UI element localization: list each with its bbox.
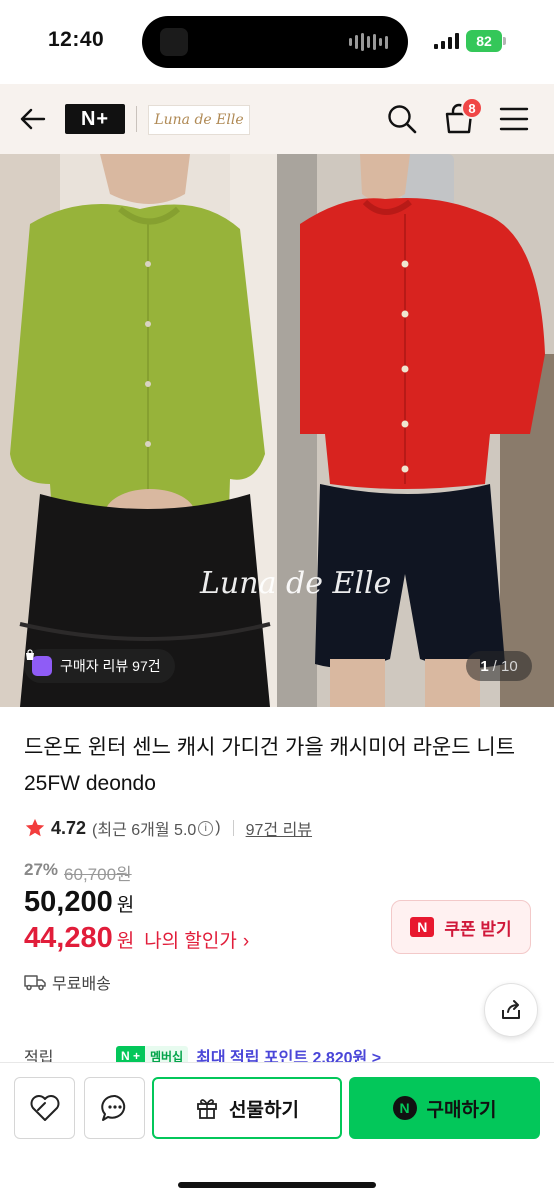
share-icon <box>502 1000 520 1019</box>
naver-n-icon: N <box>392 1096 417 1120</box>
cart-count-badge: 8 <box>461 97 483 119</box>
back-arrow-icon[interactable] <box>18 104 48 134</box>
gift-button-label: 선물하기 <box>229 1099 299 1121</box>
image-counter-total: / 10 <box>492 657 518 675</box>
product-photo <box>0 154 554 707</box>
discount-row: 27% 60,700원 <box>24 860 132 885</box>
buy-button[interactable]: N 구매하기 <box>349 1077 540 1139</box>
naver-plus-logo[interactable]: N+ <box>65 104 125 134</box>
app-header: N+ Luna de Elle <box>0 84 554 154</box>
chat-bubble-icon <box>100 1094 125 1121</box>
brand-logo[interactable]: Luna de Elle <box>148 105 250 135</box>
rating-detail-suffix: ) <box>215 819 221 836</box>
battery-tip <box>503 37 506 45</box>
sale-price: 50,200 <box>24 886 113 918</box>
review-count-link[interactable]: 97건 리뷰 <box>246 816 312 840</box>
price-row: 50,200 원 <box>24 886 134 919</box>
buyer-review-chip[interactable]: 구매자 리뷰 97건 <box>24 649 175 683</box>
truck-icon <box>24 975 46 991</box>
audio-wave-icon <box>349 32 388 52</box>
product-title: 드온도 윈터 센느 캐시 가디건 가을 캐시미어 라운드 니트 25FW deo… <box>24 736 516 795</box>
status-bar: 12:40 82 <box>0 0 554 84</box>
share-button[interactable] <box>484 983 538 1037</box>
search-icon[interactable] <box>386 103 418 135</box>
brand-watermark: Luna de Elle <box>200 566 392 601</box>
rating-row: 4.72 (최근 6개월 5.0 i ) 97건 리뷰 <box>24 816 312 840</box>
heart-icon <box>30 1095 59 1121</box>
discount-percent: 27% <box>24 860 59 879</box>
wishlist-button[interactable] <box>14 1077 75 1139</box>
review-icon <box>26 649 52 676</box>
camera-icon <box>160 28 188 56</box>
image-counter-current: 1 <box>480 657 489 675</box>
cellular-signal-icon <box>434 33 459 49</box>
rating-separator <box>232 820 234 836</box>
battery-icon: 82 <box>466 30 502 52</box>
status-time: 12:40 <box>48 28 105 51</box>
buy-button-label: 구매하기 <box>426 1099 497 1121</box>
image-counter: 1 / 10 <box>466 651 532 681</box>
bottom-action-bar: 선물하기 N 구매하기 <box>0 1062 554 1200</box>
battery-level: 82 <box>476 33 492 49</box>
coupon-button-label: 쿠폰 받기 <box>444 919 512 939</box>
get-coupon-button[interactable]: N 쿠폰 받기 <box>391 900 531 954</box>
home-indicator[interactable] <box>178 1182 376 1188</box>
my-discount-price-unit: 원 <box>116 931 135 952</box>
naver-coupon-icon: N <box>410 917 435 937</box>
product-image-gallery[interactable]: Luna de Elle 구매자 리뷰 97건 1 / 10 <box>0 154 554 707</box>
sale-price-unit: 원 <box>116 895 135 916</box>
my-discount-price-row[interactable]: 44,280 원 나의 할인가 › <box>24 922 249 955</box>
original-price: 60,700원 <box>64 865 132 884</box>
free-shipping-label: 무료배송 <box>52 976 111 993</box>
talk-talk-button[interactable] <box>84 1077 145 1139</box>
info-icon[interactable]: i <box>198 820 214 836</box>
review-chip-label: 구매자 리뷰 97건 <box>60 658 161 674</box>
chevron-right-icon: › <box>242 931 250 952</box>
rating-score: 4.72 <box>51 817 87 838</box>
star-icon <box>25 818 45 837</box>
my-discount-price: 44,280 <box>24 922 113 954</box>
shipping-row: 무료배송 <box>24 970 111 994</box>
hamburger-menu-icon[interactable] <box>498 105 530 133</box>
gift-icon <box>197 1099 217 1119</box>
dynamic-island <box>142 16 408 68</box>
rating-detail-prefix: (최근 6개월 5.0 <box>92 822 197 839</box>
gift-button[interactable]: 선물하기 <box>152 1077 342 1139</box>
my-discount-price-label: 나의 할인가 <box>144 931 237 952</box>
brand-divider <box>136 106 137 132</box>
